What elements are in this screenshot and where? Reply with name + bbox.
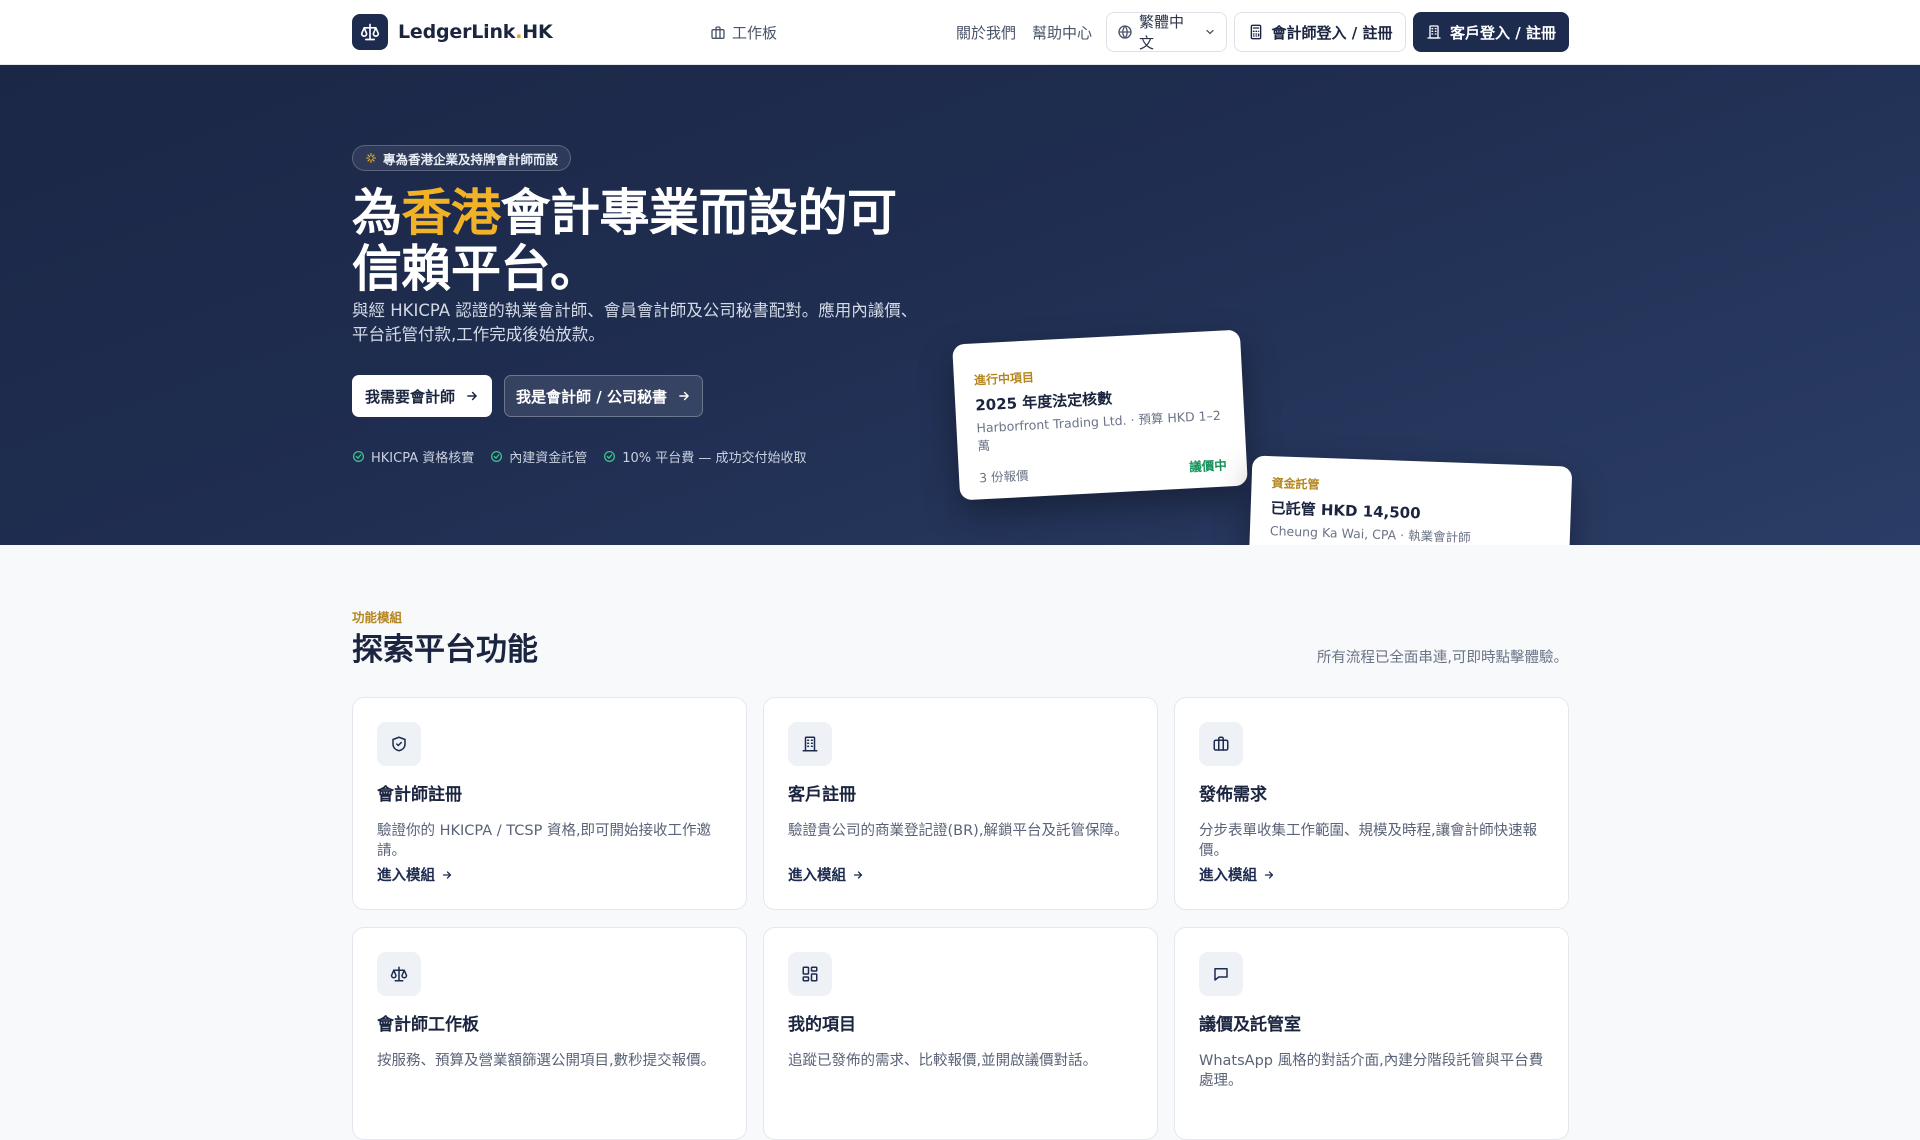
project-card-meta: Harborfront Trading Ltd. · 預算 HKD 1–2 萬 [976, 407, 1222, 454]
check-circle-icon [603, 450, 616, 463]
language-select[interactable]: 繁體中文 [1106, 12, 1227, 52]
feature-card-client-register[interactable]: 客戶註冊 驗證貴公司的商業登記證(BR),解鎖平台及託管保障。 進入模組 [763, 697, 1158, 910]
grid-icon [788, 952, 832, 996]
chevron-right-icon [441, 869, 453, 881]
chevron-right-icon [1263, 869, 1275, 881]
brand-name: LedgerLink.HK [398, 21, 553, 43]
feature-card-job-board[interactable]: 會計師工作板 按服務、預算及營業額篩選公開項目,數秒提交報價。 [352, 927, 747, 1140]
briefcase-icon [710, 25, 726, 41]
hero-checks: HKICPA 資格核實 內建資金託管 10% 平台費 — 成功交付始收取 [352, 447, 807, 466]
shield-check-icon [377, 722, 421, 766]
accountant-login-label: 會計師登入 / 註冊 [1271, 23, 1393, 42]
language-value: 繁體中文 [1139, 13, 1185, 52]
scale-icon [352, 14, 388, 50]
features-title: 探索平台功能 [352, 632, 538, 668]
enter-module-link[interactable]: 進入模組 [377, 864, 453, 885]
feature-card-my-projects[interactable]: 我的項目 追蹤已發佈的需求、比較報價,並開啟議價對話。 [763, 927, 1158, 1140]
feature-card-desc: WhatsApp 風格的對話介面,內建分階段託管與平台費處理。 [1199, 1053, 1544, 1089]
feature-card-post-request[interactable]: 發佈需求 分步表單收集工作範圍、規模及時程,讓會計師快速報價。 進入模組 [1174, 697, 1569, 910]
sparkles-icon [365, 152, 377, 164]
briefcase-icon [1199, 722, 1243, 766]
hero-section: 專為香港企業及持牌會計師而設 為香港會計專業而設的可信賴平台。 與經 HKICP… [0, 65, 1920, 545]
building-icon [788, 722, 832, 766]
check-item: 10% 平台費 — 成功交付始收取 [603, 447, 807, 466]
feature-card-title: 客戶註冊 [788, 785, 856, 805]
chat-icon [1199, 952, 1243, 996]
check-circle-icon [352, 450, 365, 463]
hero-title-highlight: 香港 [401, 184, 502, 242]
arrow-right-icon [677, 389, 691, 403]
feature-card-desc: 驗證貴公司的商業登記證(BR),解鎖平台及託管保障。 [788, 823, 1129, 839]
chevron-down-icon [1204, 26, 1216, 38]
feature-card-desc: 驗證你的 HKICPA / TCSP 資格,即可開始接收工作邀請。 [377, 823, 712, 859]
nav-job-board[interactable]: 工作板 [710, 22, 777, 43]
scale-icon [377, 952, 421, 996]
feature-card-title: 會計師工作板 [377, 1015, 479, 1035]
check-item: HKICPA 資格核實 [352, 447, 474, 466]
nav-job-board-label: 工作板 [732, 24, 778, 42]
feature-card-title: 會計師註冊 [377, 785, 462, 805]
globe-icon [1117, 24, 1133, 40]
accountant-login-button[interactable]: 會計師登入 / 註冊 [1234, 12, 1406, 52]
building-icon [1426, 24, 1442, 40]
feature-card-title: 發佈需求 [1199, 785, 1267, 805]
feature-card-desc: 按服務、預算及營業額篩選公開項目,數秒提交報價。 [377, 1053, 716, 1069]
calculator-icon [1248, 24, 1264, 40]
feature-card-title: 我的項目 [788, 1015, 856, 1035]
project-card-footer: 3 份報價 議價中 [979, 454, 1228, 486]
feature-card-negotiation-escrow[interactable]: 議價及託管室 WhatsApp 風格的對話介面,內建分階段託管與平台費處理。 [1174, 927, 1569, 1140]
feature-card-title: 議價及託管室 [1199, 1015, 1301, 1035]
feature-card-desc: 分步表單收集工作範圍、規模及時程,讓會計師快速報價。 [1199, 823, 1538, 859]
check-circle-icon [490, 450, 503, 463]
hero-subtitle: 與經 HKICPA 認證的執業會計師、會員會計師及公司秘書配對。應用內議價、平台… [352, 301, 918, 344]
feature-card-accountant-register[interactable]: 會計師註冊 驗證你的 HKICPA / TCSP 資格,即可開始接收工作邀請。 … [352, 697, 747, 910]
chevron-right-icon [852, 869, 864, 881]
feature-card-desc: 追蹤已發佈的需求、比較報價,並開啟議價對話。 [788, 1053, 1098, 1069]
arrow-right-icon [465, 389, 479, 403]
features-note: 所有流程已全面串連,可即時點擊體驗。 [1316, 650, 1568, 666]
hero-badge-text: 專為香港企業及持牌會計師而設 [383, 151, 559, 167]
hero-title: 為香港會計專業而設的可信賴平台。 [352, 184, 897, 298]
status-badge: 議價中 [1188, 457, 1228, 475]
client-login-label: 客戶登入 / 註冊 [1450, 23, 1556, 42]
brand[interactable]: LedgerLink.HK [352, 14, 553, 50]
nav-help[interactable]: 幫助中心 [1032, 22, 1092, 43]
check-item: 內建資金託管 [490, 447, 587, 466]
i-am-accountant-button[interactable]: 我是會計師 / 公司秘書 [504, 375, 703, 417]
escrow-preview-card: 資金託管 已託管 HKD 14,500 Cheung Ka Wai, CPA ·… [1247, 455, 1573, 545]
escrow-card-kicker: 資金託管 [1271, 476, 1320, 492]
project-preview-card: 進行中項目 2025 年度法定核數 Harborfront Trading Lt… [952, 329, 1248, 501]
nav-about[interactable]: 關於我們 [956, 22, 1016, 43]
enter-module-link[interactable]: 進入模組 [1199, 864, 1275, 885]
enter-module-link[interactable]: 進入模組 [788, 864, 864, 885]
top-header: LedgerLink.HK 工作板 關於我們 幫助中心 繁體中文 會計師登入 /… [0, 0, 1920, 65]
quote-count: 3 份報價 [978, 467, 1029, 486]
hero-badge: 專為香港企業及持牌會計師而設 [352, 145, 572, 171]
client-login-button[interactable]: 客戶登入 / 註冊 [1413, 12, 1569, 52]
need-accountant-button[interactable]: 我需要會計師 [352, 375, 492, 417]
